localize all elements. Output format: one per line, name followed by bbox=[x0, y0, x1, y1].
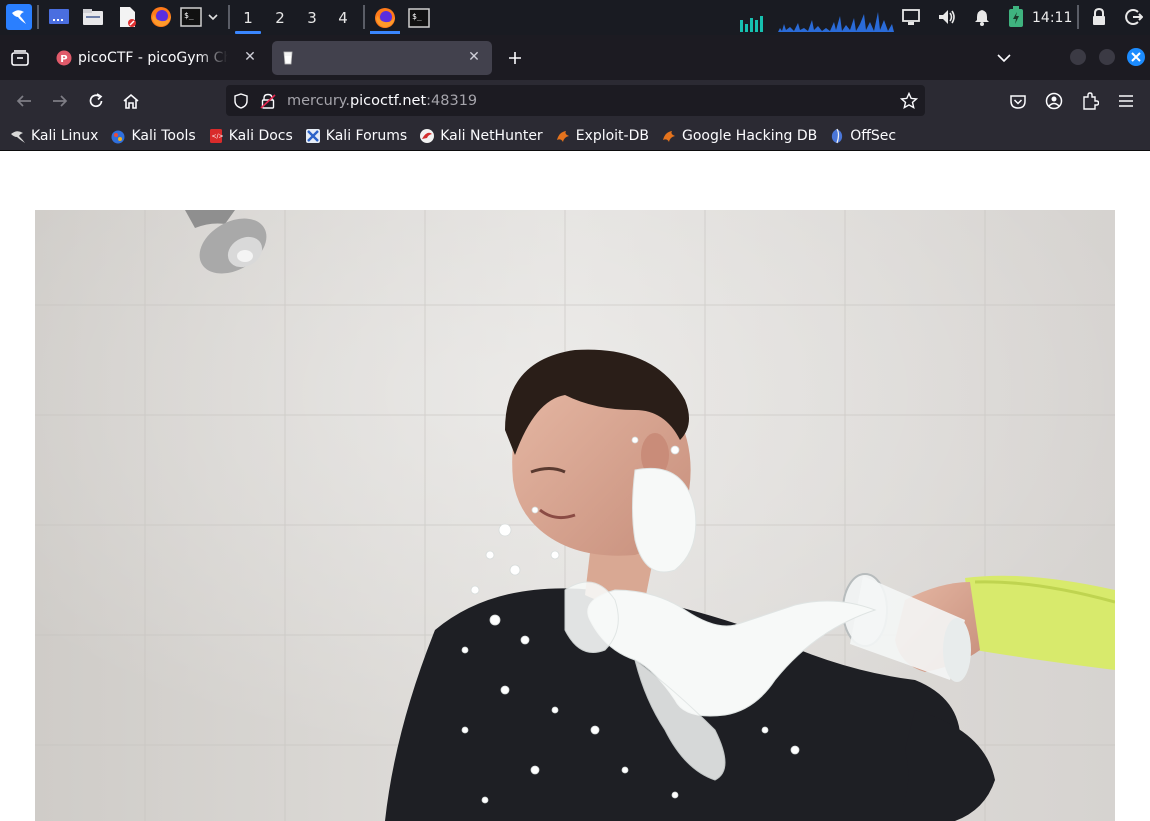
bookmark-label: Kali NetHunter bbox=[440, 127, 543, 144]
top-panel: $_ 1 2 3 4 $_ 14:11 bbox=[0, 0, 1150, 35]
tab-picoctf[interactable]: P picoCTF - picoGym Challe ✕ bbox=[46, 41, 268, 75]
bookmark-exploit-db[interactable]: Exploit-DB bbox=[555, 128, 649, 144]
navigation-toolbar: mercury. picoctf.net:48319 bbox=[0, 80, 1150, 121]
panel-separator bbox=[37, 5, 39, 29]
tab-title: picoCTF - picoGym Challe bbox=[78, 50, 228, 66]
ghdb-icon bbox=[661, 128, 677, 144]
picoctf-favicon: P bbox=[56, 50, 72, 66]
bookmark-kali-linux[interactable]: Kali Linux bbox=[10, 128, 98, 144]
kali-nethunter-icon bbox=[419, 128, 435, 144]
panel-separator bbox=[363, 5, 365, 29]
network-icon[interactable] bbox=[900, 6, 922, 28]
exploit-db-icon bbox=[555, 128, 571, 144]
kali-menu-icon[interactable] bbox=[6, 4, 32, 30]
firefox-launcher-icon[interactable] bbox=[150, 6, 172, 28]
url-text[interactable]: mercury. picoctf.net:48319 bbox=[287, 85, 477, 116]
account-icon[interactable] bbox=[1041, 88, 1067, 114]
home-icon[interactable] bbox=[118, 88, 144, 114]
bookmark-label: Kali Docs bbox=[228, 127, 293, 144]
bookmark-label: Kali Forums bbox=[325, 127, 408, 144]
url-bar[interactable]: mercury. picoctf.net:48319 bbox=[226, 85, 925, 116]
volume-icon[interactable] bbox=[936, 6, 958, 28]
bookmark-label: OffSec bbox=[850, 127, 897, 144]
maximize-window-button[interactable] bbox=[1099, 49, 1115, 65]
notification-bell-icon[interactable] bbox=[971, 6, 993, 28]
file-manager-icon[interactable] bbox=[82, 6, 104, 28]
logout-icon[interactable] bbox=[1123, 6, 1145, 28]
bookmark-star-icon[interactable] bbox=[899, 91, 919, 111]
bookmark-label: Kali Linux bbox=[31, 127, 99, 144]
bookmark-kali-docs[interactable]: </> Kali Docs bbox=[208, 128, 293, 144]
firefox-view-icon[interactable] bbox=[8, 47, 32, 69]
workspace-1-button[interactable]: 1 bbox=[233, 0, 263, 35]
extensions-puzzle-icon[interactable] bbox=[1077, 88, 1103, 114]
svg-text:P: P bbox=[60, 54, 67, 65]
page-content: AF bbox=[0, 152, 1150, 821]
minimize-window-button[interactable] bbox=[1070, 49, 1086, 65]
back-arrow-icon[interactable] bbox=[11, 88, 37, 114]
workspace-4-button[interactable]: 4 bbox=[328, 0, 358, 35]
bookmark-label: Google Hacking DB bbox=[681, 127, 818, 144]
insecure-lock-icon[interactable] bbox=[259, 92, 277, 110]
workspace-3-button[interactable]: 3 bbox=[297, 0, 327, 35]
close-tab-icon[interactable]: ✕ bbox=[466, 49, 482, 65]
svg-text:</>: </> bbox=[211, 133, 223, 140]
new-tab-plus-icon[interactable] bbox=[504, 47, 526, 69]
close-window-button[interactable] bbox=[1127, 48, 1145, 66]
panel-separator bbox=[1077, 5, 1079, 29]
list-all-tabs-icon[interactable] bbox=[993, 47, 1015, 69]
bookmark-offsec[interactable]: OffSec bbox=[829, 128, 896, 144]
taskbar-firefox-window[interactable] bbox=[368, 0, 402, 35]
battery-icon[interactable] bbox=[1005, 6, 1027, 28]
milk-glass-favicon bbox=[280, 50, 296, 66]
close-tab-icon[interactable]: ✕ bbox=[242, 49, 258, 65]
svg-text:$_: $_ bbox=[412, 12, 422, 21]
panel-separator bbox=[228, 5, 230, 29]
terminal-launcher-icon[interactable]: $_ bbox=[180, 6, 202, 28]
milk-splash-photo: AF bbox=[35, 210, 1115, 821]
kali-tools-icon bbox=[110, 128, 126, 144]
hamburger-menu-icon[interactable] bbox=[1113, 88, 1139, 114]
tab-strip: P picoCTF - picoGym Challe ✕ ✕ bbox=[0, 35, 1150, 80]
bookmark-google-hacking-db[interactable]: Google Hacking DB bbox=[661, 128, 817, 144]
bookmark-label: Exploit-DB bbox=[575, 127, 649, 144]
url-port: :48319 bbox=[426, 92, 478, 109]
kali-forums-icon bbox=[305, 128, 321, 144]
url-subdomain: mercury. bbox=[287, 92, 350, 109]
kali-dragon-icon bbox=[10, 128, 26, 144]
bookmark-label: Kali Tools bbox=[131, 127, 196, 144]
tab-current[interactable]: ✕ bbox=[272, 41, 492, 75]
kali-docs-icon: </> bbox=[208, 128, 224, 144]
bookmarks-toolbar: Kali Linux Kali Tools </> Kali Docs Kali… bbox=[0, 121, 1150, 151]
forward-arrow-icon[interactable] bbox=[47, 88, 73, 114]
bookmark-kali-forums[interactable]: Kali Forums bbox=[305, 128, 407, 144]
svg-text:$_: $_ bbox=[184, 11, 194, 20]
clock[interactable]: 14:11 bbox=[1032, 0, 1072, 35]
tracking-protection-shield-icon[interactable] bbox=[232, 92, 250, 110]
pocket-icon[interactable] bbox=[1005, 88, 1031, 114]
show-desktop-icon[interactable] bbox=[48, 6, 70, 28]
text-editor-icon[interactable] bbox=[116, 6, 138, 28]
offsec-icon bbox=[829, 128, 845, 144]
chevron-down-icon[interactable] bbox=[204, 6, 222, 28]
url-host: picoctf.net bbox=[349, 92, 427, 109]
taskbar-terminal-window[interactable]: $_ bbox=[402, 0, 436, 35]
reload-icon[interactable] bbox=[83, 88, 109, 114]
bookmark-kali-tools[interactable]: Kali Tools bbox=[110, 127, 196, 144]
cpu-graph-icon[interactable] bbox=[738, 6, 896, 32]
workspace-2-button[interactable]: 2 bbox=[265, 0, 295, 35]
lock-screen-icon[interactable] bbox=[1088, 6, 1110, 28]
bookmark-kali-nethunter[interactable]: Kali NetHunter bbox=[419, 127, 543, 144]
